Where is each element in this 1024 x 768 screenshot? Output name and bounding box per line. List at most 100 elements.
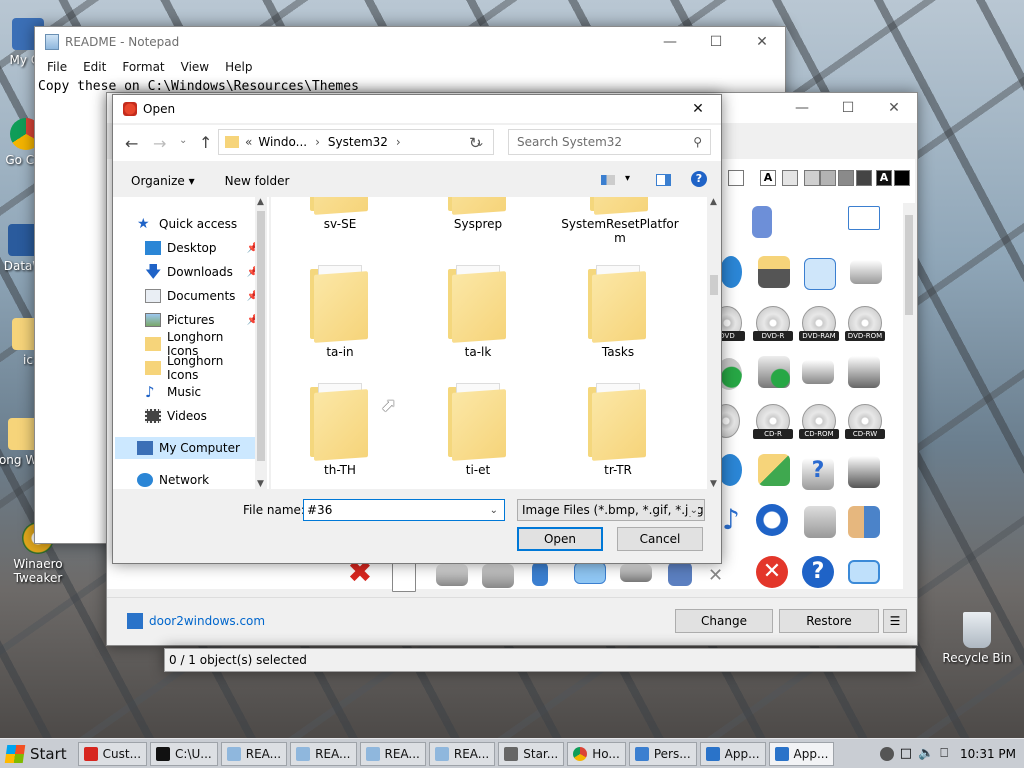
- book-icon[interactable]: [668, 562, 692, 586]
- menu-format[interactable]: Format: [114, 60, 172, 74]
- control-panel-icon[interactable]: [804, 258, 836, 290]
- close-button[interactable]: ✕: [675, 94, 721, 124]
- nav-scrollbar[interactable]: ▲ ▼: [255, 197, 267, 489]
- clock-icon[interactable]: [756, 504, 788, 536]
- folder-item[interactable]: Tasks: [563, 265, 673, 359]
- maximize-button[interactable]: ☐: [825, 93, 871, 123]
- scanner-flat-icon[interactable]: [620, 564, 652, 582]
- back-arrow-icon[interactable]: ←: [125, 134, 138, 153]
- server-icon[interactable]: [482, 564, 514, 588]
- drive-icon[interactable]: [850, 260, 882, 284]
- swatch-dark-gray[interactable]: [838, 170, 854, 186]
- users-icon[interactable]: [848, 506, 880, 538]
- menu-button[interactable]: ☰: [883, 609, 907, 633]
- scroll-down-icon[interactable]: ▼: [257, 479, 264, 489]
- usb-drive-icon[interactable]: [532, 562, 548, 586]
- taskbar-item-readme-1[interactable]: REA...: [220, 741, 288, 766]
- globe-icon[interactable]: [720, 256, 742, 288]
- nav-documents[interactable]: Documents 📌: [145, 285, 259, 307]
- menu-file[interactable]: File: [39, 60, 75, 74]
- folder-item[interactable]: tr-TR: [563, 383, 673, 477]
- taskbar-item-7zip[interactable]: C:\U...: [150, 741, 218, 766]
- tray-app-icon[interactable]: [879, 746, 894, 761]
- nav-longhorn-icons-1[interactable]: Longhorn Icons: [145, 330, 253, 358]
- file-name-dropdown-icon[interactable]: ⌄: [490, 505, 498, 516]
- error-icon[interactable]: ✕: [756, 556, 788, 588]
- refresh-icon[interactable]: ↻: [469, 134, 482, 152]
- nav-network[interactable]: Network: [137, 469, 245, 491]
- settings-icon[interactable]: [804, 506, 836, 538]
- clock[interactable]: 10:31 PM: [960, 747, 1016, 761]
- nav-my-computer[interactable]: My Computer: [115, 437, 255, 459]
- organize-button[interactable]: Organize ▾: [131, 174, 195, 188]
- nav-pictures[interactable]: Pictures 📌: [145, 309, 259, 331]
- scroll-thumb[interactable]: [710, 275, 718, 295]
- nav-desktop[interactable]: Desktop 📌: [145, 237, 259, 259]
- close-button[interactable]: ✕: [871, 93, 917, 123]
- scroll-up-icon[interactable]: ▲: [257, 197, 264, 207]
- preview-pane-icon[interactable]: [656, 174, 671, 186]
- navigation-pane[interactable]: ★ Quick access Desktop 📌 🡇 Downloads 📌 Docum…: [113, 197, 269, 489]
- recent-chevron-icon[interactable]: ⌄: [179, 135, 187, 146]
- nav-videos[interactable]: Videos: [145, 405, 253, 427]
- taskbar-item-start-menu[interactable]: Star...: [498, 741, 565, 766]
- file-list[interactable]: sv-SE Sysprep SystemResetPlatform ta-in …: [271, 197, 707, 489]
- swatch-gray[interactable]: [804, 170, 820, 186]
- folder-item[interactable]: th-TH: [285, 383, 395, 477]
- open-button[interactable]: Open: [517, 527, 603, 551]
- view-dropdown-icon[interactable]: ▾: [625, 173, 630, 184]
- taskbar-item-readme-4[interactable]: REA...: [428, 741, 496, 766]
- breadcrumb-overflow[interactable]: «: [245, 135, 252, 149]
- breadcrumb-windows[interactable]: Windo...: [258, 135, 307, 149]
- window-icon[interactable]: [848, 206, 880, 230]
- cd-rom-icon[interactable]: CD-ROM: [799, 404, 839, 439]
- printer-icon[interactable]: [848, 356, 880, 388]
- hard-drive-icon[interactable]: [436, 564, 468, 586]
- swatch-letter-a-dark[interactable]: A: [876, 170, 892, 186]
- start-button[interactable]: Start: [0, 740, 75, 768]
- change-button[interactable]: Change: [675, 609, 773, 633]
- scroll-down-icon[interactable]: ▼: [710, 479, 717, 489]
- volume-icon[interactable]: 🔈: [918, 746, 934, 761]
- taskbar-item-chrome[interactable]: Ho...: [567, 741, 626, 766]
- minimize-button[interactable]: —: [779, 93, 825, 123]
- address-bar[interactable]: « Windo... › System32 › ⌄: [218, 129, 494, 155]
- swatch-mid-gray[interactable]: [820, 170, 836, 186]
- website-link[interactable]: door2windows.com: [127, 613, 265, 629]
- folder-item[interactable]: ta-lk: [423, 265, 533, 359]
- menu-help[interactable]: Help: [217, 60, 260, 74]
- cd-r-icon[interactable]: CD-R: [753, 404, 793, 439]
- network-printer-check-icon[interactable]: [758, 356, 790, 388]
- restore-button[interactable]: Restore: [779, 609, 879, 633]
- help-icon[interactable]: ?: [802, 556, 834, 588]
- music-note-icon[interactable]: ♪: [722, 504, 742, 536]
- folder-item[interactable]: sv-SE: [285, 197, 395, 231]
- swatch-black[interactable]: [894, 170, 910, 186]
- file-type-select[interactable]: Image Files (*.bmp, *.gif, *.jpg, ⌄: [517, 499, 705, 521]
- swatch-white[interactable]: [728, 170, 744, 186]
- help-icon[interactable]: ?: [691, 171, 707, 187]
- view-options-icon[interactable]: [601, 175, 615, 185]
- cd-rw-icon[interactable]: CD-RW: [845, 404, 885, 439]
- file-list-scrollbar[interactable]: ▲ ▼: [707, 197, 721, 489]
- menu-view[interactable]: View: [173, 60, 217, 74]
- search-input[interactable]: Search System32 ⚲: [508, 129, 711, 155]
- taskbar-item-customizer[interactable]: Cust...: [77, 741, 148, 766]
- nav-quick-access[interactable]: ★ Quick access: [137, 213, 245, 235]
- folder-item[interactable]: ta-in: [285, 265, 395, 359]
- file-name-input[interactable]: #36 ⌄: [303, 499, 505, 521]
- close-gray-icon[interactable]: ✕: [708, 566, 726, 586]
- cancel-button[interactable]: Cancel: [617, 527, 703, 551]
- window-preview-icon[interactable]: [848, 560, 880, 584]
- scroll-up-icon[interactable]: ▲: [710, 197, 717, 207]
- open-dialog[interactable]: Open ✕ ← → ⌄ ↑ « Windo... › System32 › ⌄…: [112, 94, 722, 564]
- nav-longhorn-icons-2[interactable]: Longhorn Icons: [145, 354, 253, 382]
- dvd-ram-icon[interactable]: DVD-RAM: [799, 306, 839, 341]
- taskbar-item-readme-3[interactable]: REA...: [359, 741, 426, 766]
- folder-icon[interactable]: [752, 206, 772, 238]
- help-drive-icon[interactable]: ?: [802, 458, 834, 490]
- taskbar-item-app-2[interactable]: App...: [768, 741, 835, 766]
- network-folder-icon[interactable]: [758, 454, 790, 486]
- menu-edit[interactable]: Edit: [75, 60, 114, 74]
- close-button[interactable]: ✕: [739, 27, 785, 57]
